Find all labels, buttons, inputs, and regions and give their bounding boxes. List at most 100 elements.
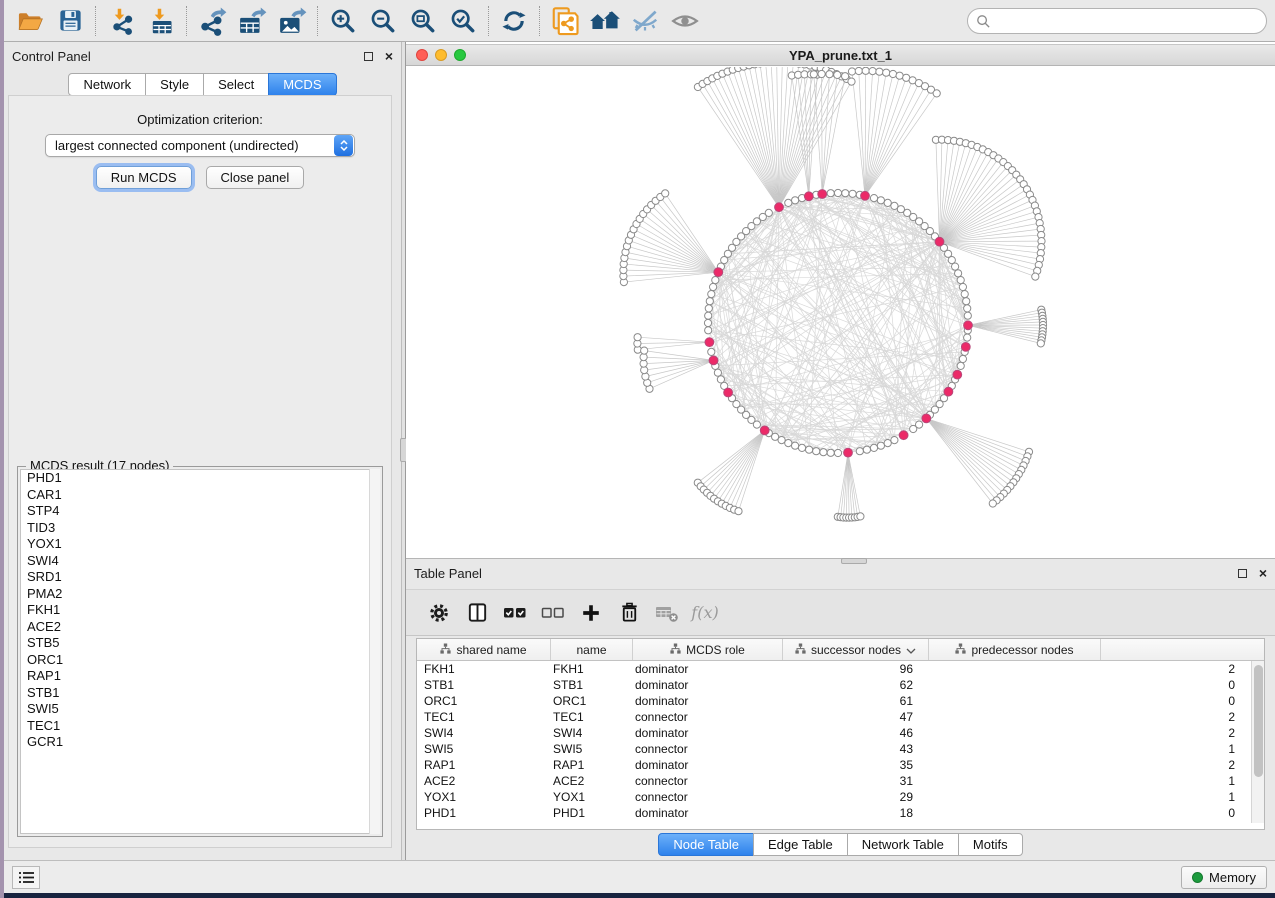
tab-mcds[interactable]: MCDS [268,73,336,96]
export-image-icon[interactable] [272,3,312,39]
table-row[interactable]: SWI5SWI5connector431 [417,741,1251,757]
column-header-predecessor-nodes[interactable]: predecessor nodes [929,639,1101,660]
network-node[interactable] [827,449,834,456]
mcds-hub-node[interactable] [953,370,962,379]
toggle-column-view-icon[interactable] [458,595,496,631]
mcds-result-node[interactable]: RAP1 [21,668,379,685]
network-node[interactable] [856,448,863,455]
network-node[interactable] [957,362,964,369]
network-node[interactable] [714,369,721,376]
network-node[interactable] [708,291,715,298]
network-node[interactable] [634,334,641,341]
table-row[interactable]: ACE2ACE2connector311 [417,773,1251,789]
mcds-result-node[interactable]: CAR1 [21,487,379,504]
network-graph[interactable] [406,67,1274,558]
mcds-hub-node[interactable] [844,448,853,457]
network-node[interactable] [933,90,940,97]
mcds-result-node[interactable]: SWI5 [21,701,379,718]
mcds-hub-node[interactable] [804,192,813,201]
close-panel-button[interactable]: Close panel [206,166,305,189]
mcds-result-list[interactable]: PHD1CAR1STP4TID3YOX1SWI4SRD1PMA2FKH1ACE2… [20,469,380,834]
network-node[interactable] [884,440,891,447]
network-node[interactable] [827,190,834,197]
network-node[interactable] [964,312,971,319]
import-network-from-file-icon[interactable] [101,3,141,39]
network-node[interactable] [708,348,715,355]
mcds-result-node[interactable]: PMA2 [21,586,379,603]
network-node[interactable] [820,449,827,456]
scrollbar-thumb[interactable] [1254,665,1263,777]
task-history-list-icon[interactable] [12,866,40,889]
float-panel-icon[interactable] [364,52,373,61]
column-header-mcds-role[interactable]: MCDS role [633,639,783,660]
network-node[interactable] [916,421,923,428]
network-node[interactable] [818,70,825,77]
network-node[interactable] [855,67,862,74]
table-row[interactable]: SWI4SWI4dominator462 [417,725,1251,741]
network-node[interactable] [896,72,903,79]
mcds-hub-node[interactable] [964,321,973,330]
network-node[interactable] [704,319,711,326]
network-node[interactable] [710,283,717,290]
zoom-selected-icon[interactable] [443,3,483,39]
mcds-hub-node[interactable] [961,343,970,352]
mcds-hub-node[interactable] [714,268,723,277]
network-node[interactable] [662,190,669,197]
search-input[interactable] [995,11,1266,31]
network-node[interactable] [989,500,996,507]
network-node[interactable] [959,283,966,290]
table-rows[interactable]: FKH1FKH1dominator962STB1STB1dominator620… [417,661,1251,821]
mcds-result-node[interactable]: FKH1 [21,602,379,619]
network-node[interactable] [705,312,712,319]
mcds-hub-node[interactable] [724,388,733,397]
mcds-hub-node[interactable] [705,338,714,347]
save-session-icon[interactable] [50,3,90,39]
run-mcds-button[interactable]: Run MCDS [96,166,192,189]
table-options-gear-icon[interactable] [420,595,458,631]
table-row[interactable]: ORC1ORC1dominator610 [417,693,1251,709]
mcds-result-node[interactable]: STB5 [21,635,379,652]
export-table-icon[interactable] [232,3,272,39]
column-header-name[interactable]: name [551,639,633,660]
network-node[interactable] [959,355,966,362]
network-node[interactable] [813,448,820,455]
window-close-icon[interactable] [416,49,428,61]
network-node[interactable] [877,442,884,449]
network-node[interactable] [834,189,841,196]
mcds-result-node[interactable]: SWI4 [21,553,379,570]
network-node[interactable] [957,277,964,284]
export-network-icon[interactable] [192,3,232,39]
network-node[interactable] [863,446,870,453]
network-node[interactable] [964,305,971,312]
network-node[interactable] [785,440,792,447]
open-session-icon[interactable] [10,3,50,39]
network-node[interactable] [964,334,971,341]
mcds-result-node[interactable]: TEC1 [21,718,379,735]
mcds-result-node[interactable]: STP4 [21,503,379,520]
mcds-result-node[interactable]: ORC1 [21,652,379,669]
window-minimize-icon[interactable] [435,49,447,61]
tab-select[interactable]: Select [203,73,269,96]
table-vertical-scrollbar[interactable] [1251,661,1264,823]
network-node[interactable] [785,199,792,206]
table-tab-network-table[interactable]: Network Table [847,833,959,856]
network-node[interactable] [870,195,877,202]
show-hidden-eye-icon[interactable] [665,3,705,39]
mcds-hub-node[interactable] [760,426,769,435]
mcds-result-node[interactable]: PHD1 [21,470,379,487]
network-node[interactable] [862,67,869,74]
optimization-criterion-select[interactable]: largest connected component (undirected) [45,134,355,157]
network-node[interactable] [961,291,968,298]
mcds-result-node[interactable]: SRD1 [21,569,379,586]
table-row[interactable]: PHD1PHD1dominator180 [417,805,1251,821]
network-node[interactable] [842,190,849,197]
result-list-scrollbar[interactable] [369,469,380,834]
close-panel-icon[interactable]: × [1259,569,1267,578]
network-node[interactable] [705,305,712,312]
mcds-hub-node[interactable] [861,191,870,200]
mcds-result-node[interactable]: STB1 [21,685,379,702]
delete-table-icon[interactable] [648,595,686,631]
network-node[interactable] [1037,340,1044,347]
mcds-hub-node[interactable] [818,190,827,199]
network-node[interactable] [826,71,833,78]
